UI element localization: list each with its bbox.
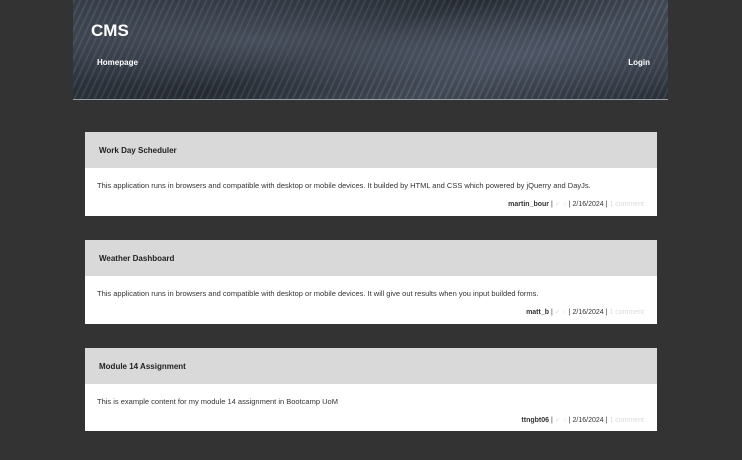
post-card[interactable]: Work Day Scheduler This application runs…	[85, 132, 657, 216]
post-comment-link[interactable]: 1 comment	[609, 201, 644, 208]
post-card[interactable]: Weather Dashboard This application runs …	[85, 240, 657, 324]
post-content: This application runs in browsers and co…	[97, 289, 539, 298]
post-meta: matt_b | ✓ ○ | 2/16/2024 | 1 comment	[85, 304, 657, 324]
meta-separator: |	[550, 201, 553, 208]
post-comment-link[interactable]: 1 comment	[609, 417, 644, 424]
post-date: | 2/16/2024 |	[568, 309, 608, 316]
post-title[interactable]: Work Day Scheduler	[85, 132, 657, 168]
nav-homepage-link[interactable]: Homepage	[97, 58, 138, 67]
meta-separator: |	[550, 417, 553, 424]
post-content: This is example content for my module 14…	[97, 397, 338, 406]
post-meta: martin_bour | ✓ ○ | 2/16/2024 | 1 commen…	[85, 196, 657, 216]
post-author: martin_bour	[508, 201, 550, 208]
meta-separator: |	[550, 309, 553, 316]
post-author: ttngbt06	[521, 417, 550, 424]
post-action-icons[interactable]: ✓ ○	[555, 201, 567, 208]
post-content: This application runs in browsers and co…	[97, 181, 591, 190]
post-comment-link[interactable]: 1 comment	[609, 309, 644, 316]
post-title[interactable]: Module 14 Assignment	[85, 348, 657, 384]
post-date: | 2/16/2024 |	[568, 417, 608, 424]
post-action-icons[interactable]: ✓ ○	[555, 309, 567, 316]
post-author: matt_b	[526, 309, 550, 316]
site-title: CMS	[91, 21, 129, 40]
post-action-icons[interactable]: ✓ ○	[555, 417, 567, 424]
site-header: CMS Homepage Login	[73, 0, 668, 100]
post-card[interactable]: Module 14 Assignment This is example con…	[85, 348, 657, 431]
post-title[interactable]: Weather Dashboard	[85, 240, 657, 276]
post-date: | 2/16/2024 |	[568, 201, 608, 208]
post-meta: ttngbt06 | ✓ ○ | 2/16/2024 | 1 comment	[85, 412, 657, 432]
nav-login-link[interactable]: Login	[628, 58, 650, 67]
